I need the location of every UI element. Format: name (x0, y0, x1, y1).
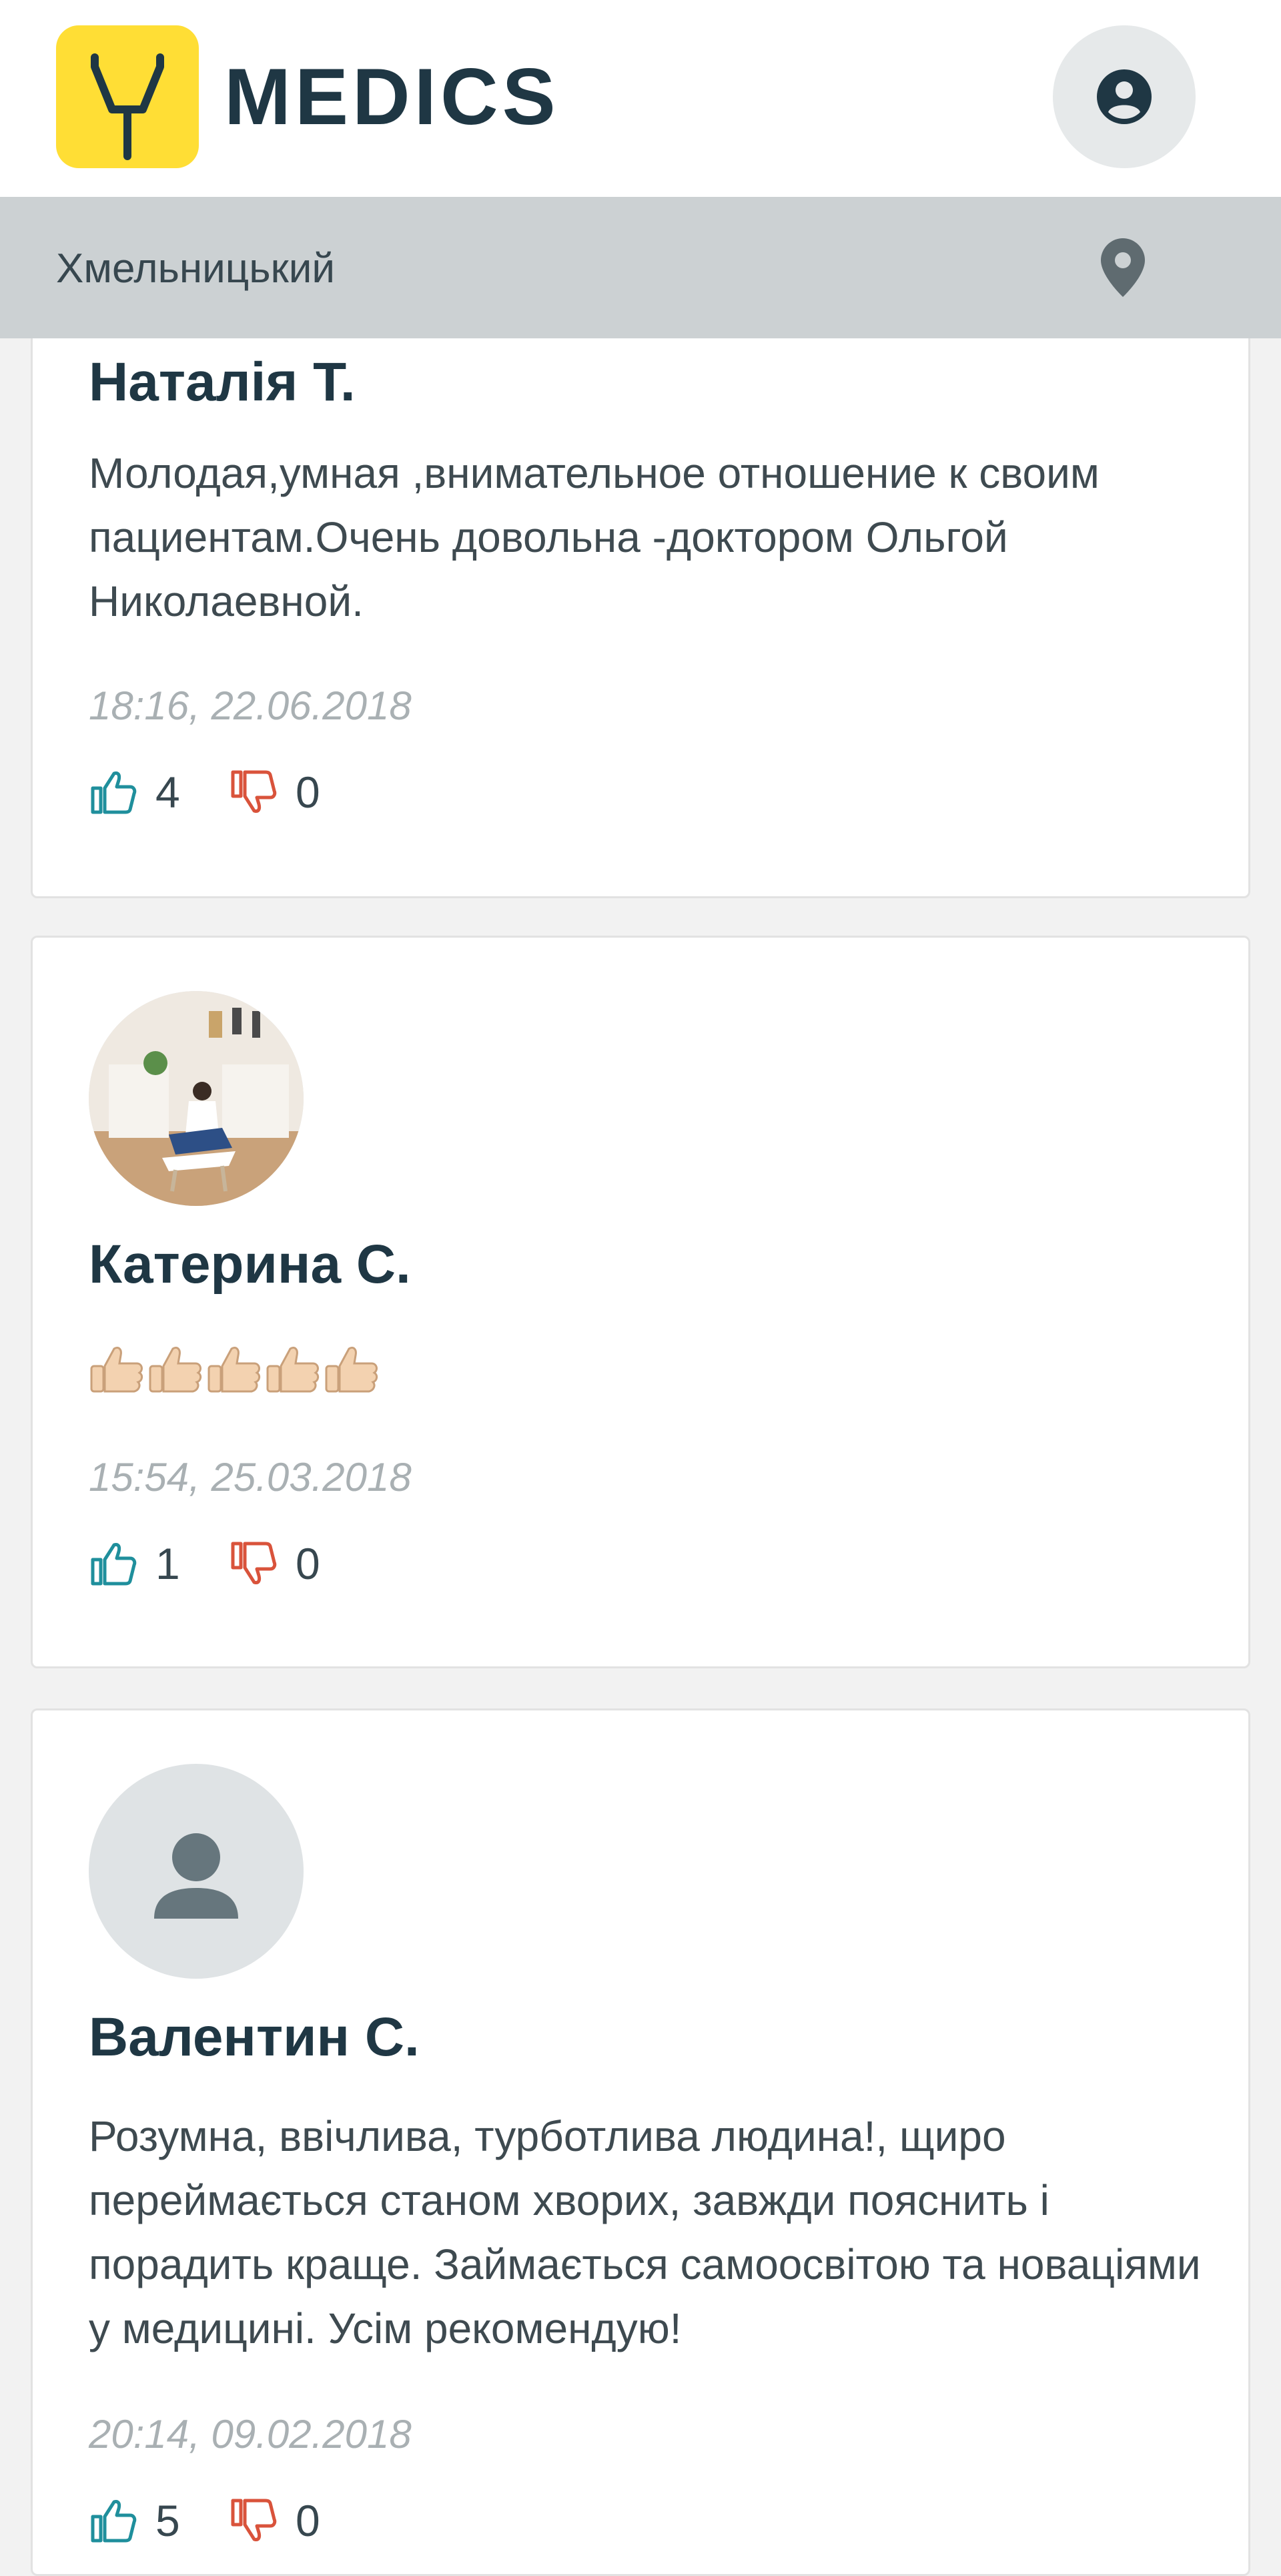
dislike-count: 0 (296, 1539, 320, 1588)
like-count: 1 (155, 1539, 180, 1588)
thumbs-up-icon (91, 1543, 137, 1586)
thumbs-down-icon (231, 770, 277, 813)
brand-name[interactable]: MEDICS (224, 47, 560, 147)
stethoscope-logo-icon[interactable] (56, 25, 199, 168)
avatar-photo (89, 991, 304, 1206)
review-card: Наталія Т. Молодая,умная ,внимательное о… (31, 320, 1250, 898)
dislike-count: 0 (296, 767, 320, 817)
avatar (89, 991, 304, 1206)
like-count: 5 (155, 2496, 180, 2545)
profile-button[interactable] (1053, 25, 1196, 168)
review-card: Катерина С. 15:54, 25.03.2018 1 0 (31, 936, 1250, 1668)
thumbs-up-icon (91, 2500, 137, 2543)
thumbs-down-icon (231, 2499, 277, 2541)
thumbs-up-emoji-icon (90, 1346, 378, 1393)
reviewer-name: Валентин С. (89, 2007, 420, 2067)
review-text: Молодая,умная ,внимательное отношение к … (89, 449, 1100, 625)
like-count: 4 (155, 767, 180, 817)
review-text: Розумна, ввічлива, турботлива людина!, щ… (89, 2112, 1201, 2352)
user-circle-icon (1097, 69, 1152, 124)
location-bar[interactable]: Хмельницький (0, 197, 1281, 338)
user-silhouette-icon (154, 1833, 238, 1919)
reviewer-name: Наталія Т. (89, 352, 356, 412)
review-date: 20:14, 09.02.2018 (89, 2412, 412, 2457)
avatar (89, 1764, 304, 1979)
dislike-count: 0 (296, 2496, 320, 2545)
review-emoji-thumbs (89, 1339, 384, 1399)
city-label[interactable]: Хмельницький (56, 245, 335, 293)
review-date: 15:54, 25.03.2018 (89, 1455, 412, 1500)
reviewer-name: Катерина С. (89, 1234, 411, 1295)
map-pin-icon[interactable] (1101, 238, 1145, 297)
app-header: MEDICS (0, 0, 1281, 197)
thumbs-up-icon (91, 771, 137, 814)
review-date: 18:16, 22.06.2018 (89, 683, 412, 728)
thumbs-down-icon (231, 1542, 277, 1584)
review-card: Валентин С. Розумна, ввічлива, турботлив… (31, 1708, 1250, 2576)
